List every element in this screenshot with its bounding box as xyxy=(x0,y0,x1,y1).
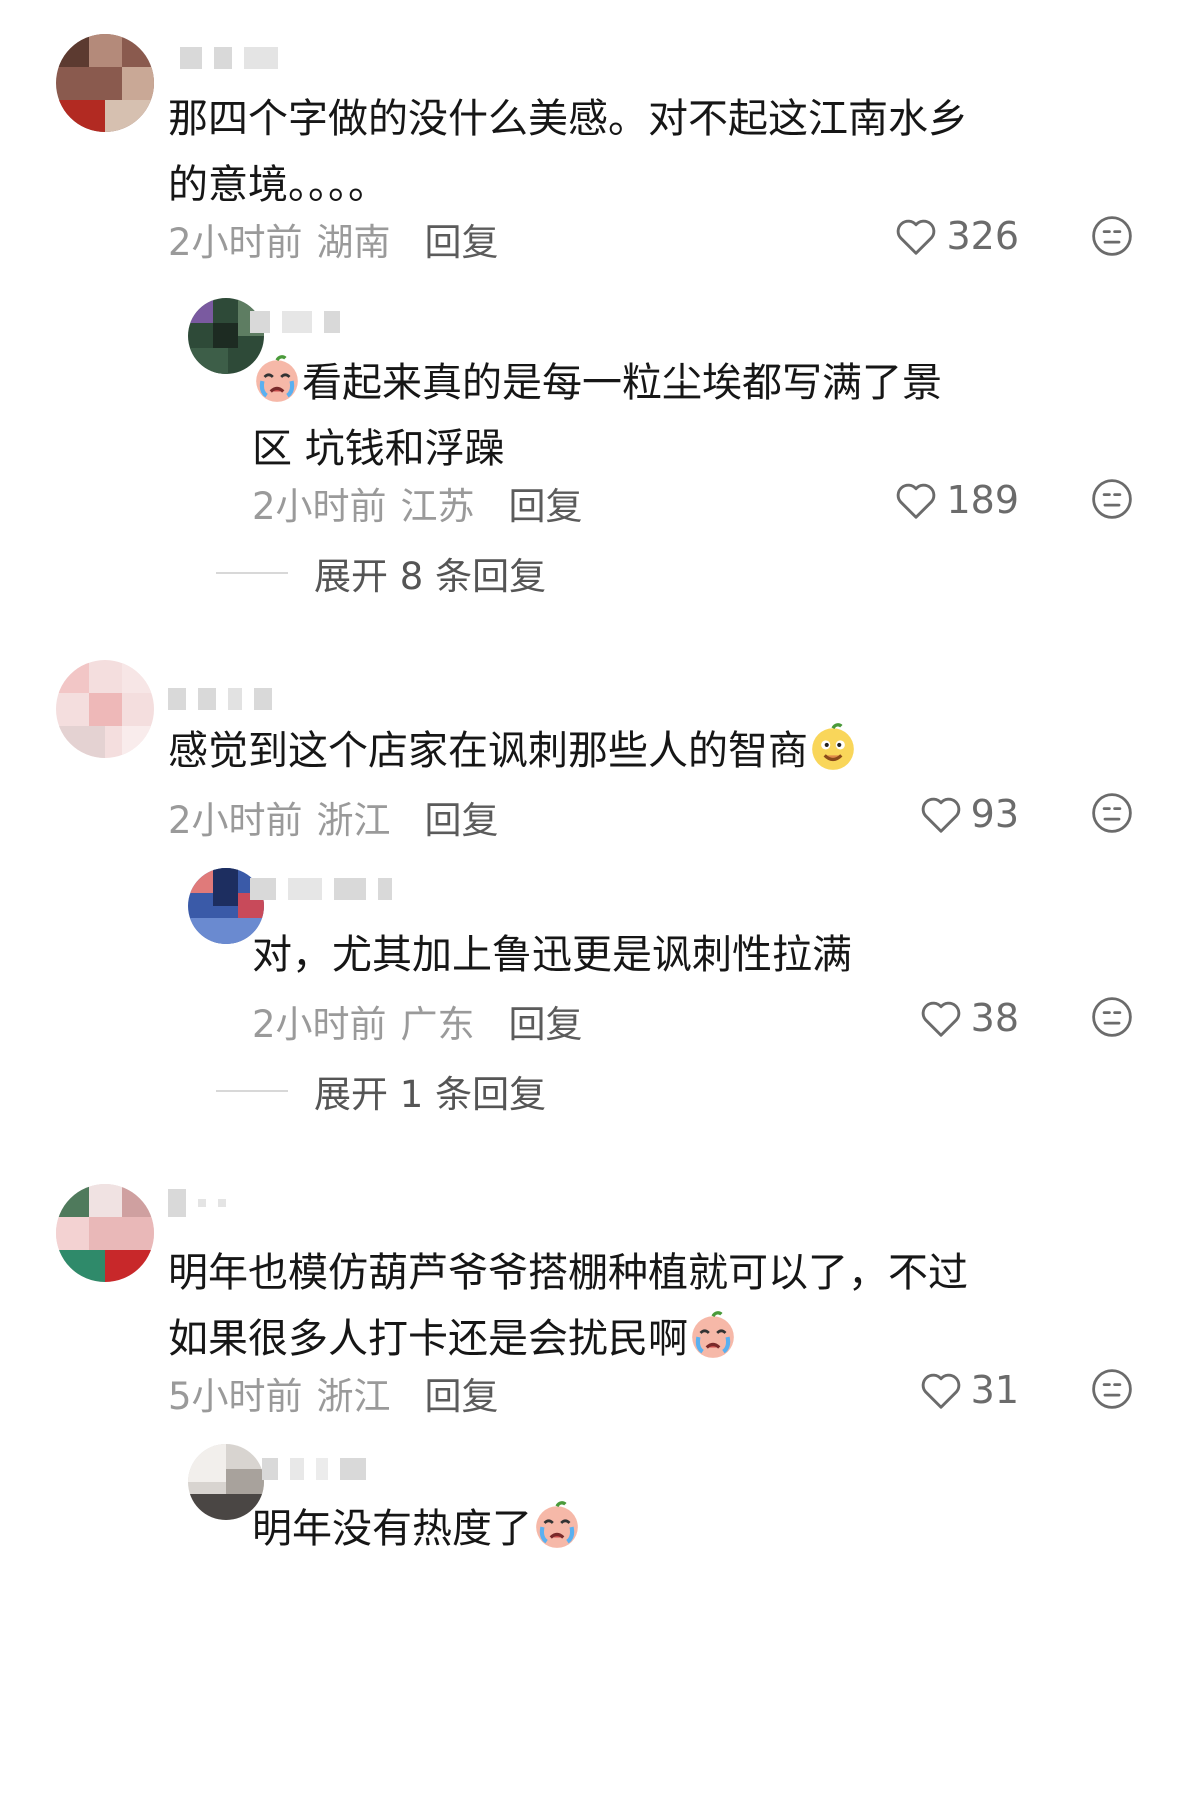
timestamp: 2小时前 xyxy=(252,485,387,528)
neutral-face-icon[interactable] xyxy=(1091,215,1133,257)
reply-button[interactable]: 回复 xyxy=(425,212,499,266)
heart-outline-icon xyxy=(921,1373,960,1409)
divider xyxy=(216,1090,288,1092)
timestamp: 2小时前 xyxy=(168,221,303,264)
expand-replies-button[interactable]: 展开 8 条回复 xyxy=(216,546,546,600)
like-count: 326 xyxy=(946,214,1019,258)
reply-button[interactable]: 回复 xyxy=(425,1366,499,1420)
heart-outline-icon xyxy=(897,219,936,255)
like-count: 189 xyxy=(946,478,1019,522)
username[interactable] xyxy=(250,309,340,335)
reply-text: 对，尤其加上鲁迅更是讽刺性拉满 xyxy=(252,932,852,978)
crying-emoji xyxy=(536,1501,578,1548)
like-count: 93 xyxy=(970,792,1019,836)
username[interactable] xyxy=(168,1189,226,1217)
neutral-face-icon[interactable] xyxy=(1091,1368,1133,1410)
like-button[interactable]: 189 xyxy=(894,478,1019,522)
crying-emoji xyxy=(692,1311,734,1358)
comment-text: 感觉到这个店家在讽刺那些人的智商 xyxy=(168,718,988,784)
reply-meta: 2小时前 江苏 回复 xyxy=(252,476,583,530)
neutral-face-icon[interactable] xyxy=(1091,792,1133,834)
like-button[interactable]: 93 xyxy=(919,792,1019,836)
timestamp: 2小时前 xyxy=(252,1003,387,1046)
reply-text: 明年没有热度了 xyxy=(252,1496,972,1562)
location: 湖南 xyxy=(316,221,391,264)
smirk-emoji xyxy=(812,723,854,770)
neutral-face-icon[interactable] xyxy=(1091,996,1133,1038)
like-button[interactable]: 31 xyxy=(919,1368,1019,1412)
reply-button[interactable]: 回复 xyxy=(425,790,499,844)
neutral-face-icon[interactable] xyxy=(1091,478,1133,520)
reply-text: 看起来真的是每一粒尘埃都写满了景区 坑钱和浮躁 xyxy=(252,350,972,482)
reply-button[interactable]: 回复 xyxy=(509,476,583,530)
comment-meta: 5小时前 浙江 回复 xyxy=(168,1366,499,1420)
username[interactable] xyxy=(250,876,392,902)
heart-outline-icon xyxy=(921,1001,960,1037)
comment-text: 明年也模仿葫芦爷爷搭棚种植就可以了，不过如果很多人打卡还是会扰民啊 xyxy=(168,1250,968,1362)
like-count: 38 xyxy=(970,996,1019,1040)
avatar[interactable] xyxy=(56,660,154,758)
divider xyxy=(216,572,288,574)
username[interactable] xyxy=(262,1456,366,1482)
comment-meta: 2小时前 浙江 回复 xyxy=(168,790,499,844)
location: 浙江 xyxy=(316,1375,391,1418)
timestamp: 5小时前 xyxy=(168,1375,303,1418)
username[interactable] xyxy=(180,45,278,71)
reply-button[interactable]: 回复 xyxy=(509,994,583,1048)
comment-text: 那四个字做的没什么美感。对不起这江南水乡的意境。。。。 xyxy=(168,96,968,208)
timestamp: 2小时前 xyxy=(168,799,303,842)
heart-outline-icon xyxy=(921,797,960,833)
avatar[interactable] xyxy=(56,1184,154,1282)
location: 浙江 xyxy=(316,799,391,842)
reply-meta: 2小时前 广东 回复 xyxy=(252,994,583,1048)
expand-replies-button[interactable]: 展开 1 条回复 xyxy=(216,1064,546,1118)
like-button[interactable]: 326 xyxy=(894,214,1019,258)
comment-meta: 2小时前 湖南 回复 xyxy=(168,212,499,266)
like-button[interactable]: 38 xyxy=(919,996,1019,1040)
username[interactable] xyxy=(168,686,272,712)
location: 广东 xyxy=(400,1003,475,1046)
location: 江苏 xyxy=(400,485,475,528)
crying-emoji xyxy=(256,355,298,402)
avatar[interactable] xyxy=(56,34,154,132)
heart-outline-icon xyxy=(897,483,936,519)
like-count: 31 xyxy=(970,1368,1019,1412)
